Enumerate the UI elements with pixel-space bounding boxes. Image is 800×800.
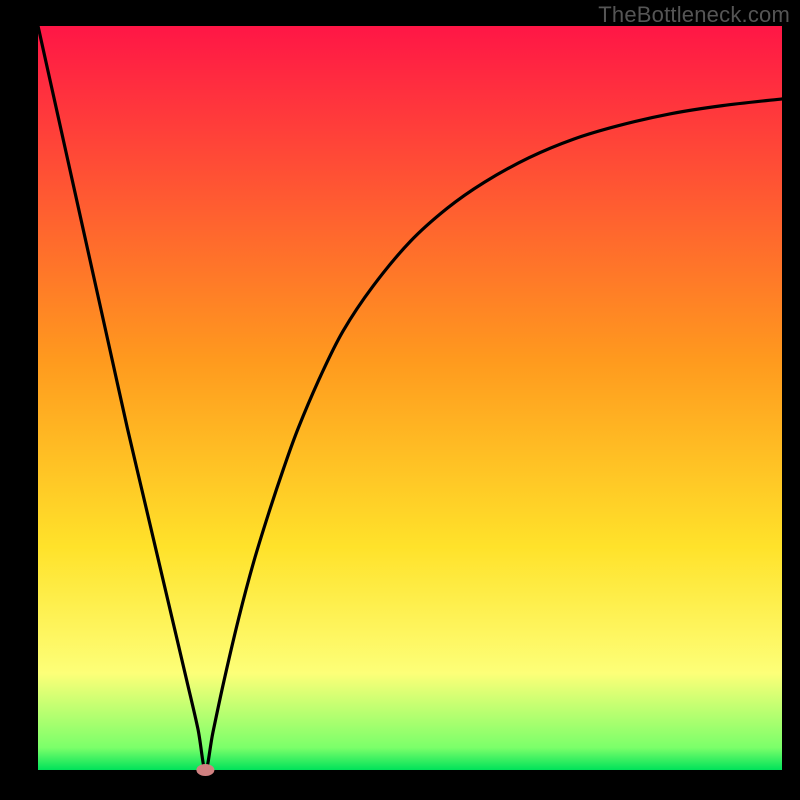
- chart-frame: TheBottleneck.com: [0, 0, 800, 800]
- watermark-text: TheBottleneck.com: [598, 2, 790, 28]
- plot-background: [38, 26, 782, 770]
- bottleneck-chart: [0, 0, 800, 800]
- minimum-marker: [196, 764, 214, 776]
